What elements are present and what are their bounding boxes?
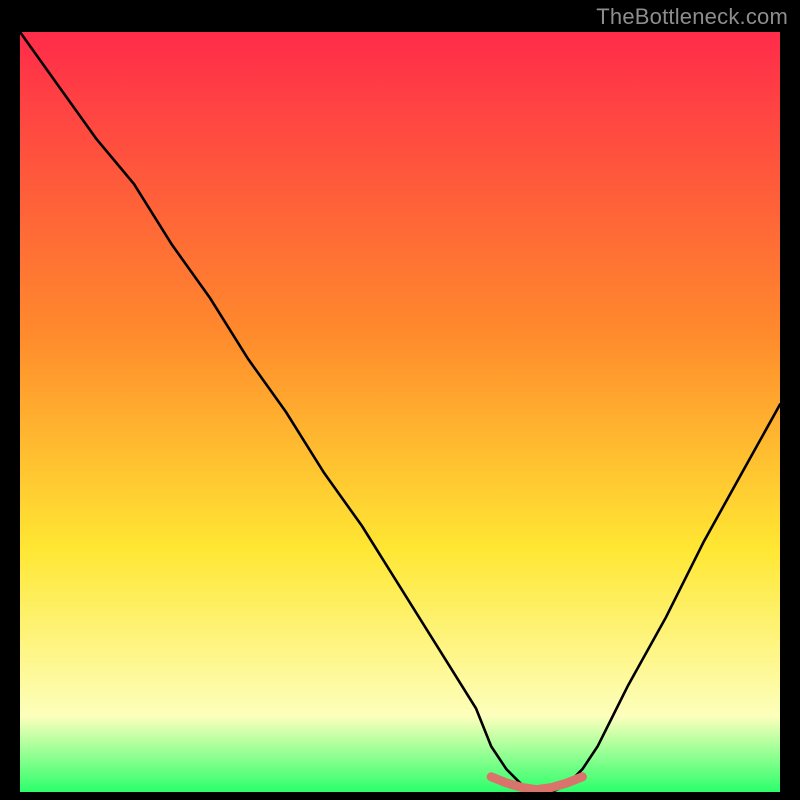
- gradient-background: [20, 32, 780, 792]
- watermark-text: TheBottleneck.com: [596, 4, 788, 30]
- bottleneck-chart: [20, 32, 780, 792]
- chart-frame: [20, 32, 780, 792]
